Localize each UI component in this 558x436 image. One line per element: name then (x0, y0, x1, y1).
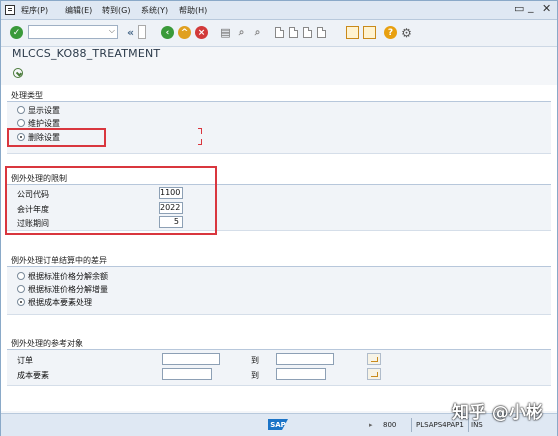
save-icon[interactable] (138, 25, 146, 39)
selection-screen: 处理类型 显示设置 维护设置 删除设置 例外处理的限制 公司代码 1100 会计… (1, 85, 557, 411)
field-label-order: 订单 (17, 356, 33, 365)
restore-icon[interactable]: ▭ (514, 2, 524, 15)
close-window-icon[interactable]: ✕ (542, 2, 551, 15)
sap-window: 程序(P) 编辑(E) 转到(G) 系统(Y) 帮助(H) ▭ _ ✕ ✓ ⌵ … (0, 0, 558, 436)
field-label-cost-element: 成本要素 (17, 371, 49, 380)
menu-help[interactable]: 帮助(H) (179, 5, 207, 16)
order-to-field[interactable] (276, 353, 334, 365)
application-toolbar (1, 65, 557, 83)
highlight-corner (198, 139, 202, 145)
play-icon[interactable]: ▸ (369, 421, 373, 429)
customize-icon[interactable]: ⚙ (400, 26, 413, 40)
radio-button[interactable] (17, 272, 25, 280)
menu-system[interactable]: 系统(Y) (141, 5, 168, 16)
highlight-box (7, 128, 106, 147)
enter-icon[interactable]: ✓ (10, 26, 23, 39)
minimize-icon[interactable]: _ (528, 0, 534, 13)
cost-element-to-field[interactable] (276, 368, 326, 380)
separator (411, 418, 412, 432)
cost-element-from-field[interactable] (162, 368, 212, 380)
standard-toolbar: ✓ ⌵ « ‹ ^ × ▤ ⌕ ⌕ ? ⚙ (1, 20, 557, 47)
multiple-selection-icon[interactable] (367, 368, 381, 380)
title-bar: MLCCS_KO88_TREATMENT (1, 47, 557, 63)
group-title: 处理类型 (11, 91, 43, 100)
command-field[interactable]: ⌵ (28, 25, 118, 39)
new-session-icon[interactable] (346, 26, 359, 39)
radio-button[interactable] (17, 119, 25, 127)
menu-bar: 程序(P) 编辑(E) 转到(G) 系统(Y) 帮助(H) ▭ _ ✕ (1, 0, 557, 20)
menu-goto[interactable]: 转到(G) (102, 5, 130, 16)
group-title: 例外处理订单结算中的差异 (11, 256, 107, 265)
highlight-box (5, 166, 217, 235)
to-label: 到 (251, 371, 259, 380)
watermark: 知乎 @小彬 (452, 403, 543, 423)
menu-program[interactable]: 程序(P) (21, 5, 48, 16)
find-next-icon[interactable]: ⌕ (251, 26, 264, 39)
order-from-field[interactable] (162, 353, 220, 365)
radio-button[interactable] (17, 298, 25, 306)
radio-button[interactable] (17, 285, 25, 293)
highlight-corner (198, 128, 202, 134)
group-settlement-variances: 例外处理订单结算中的差异 根据标准价格分解余额 根据标准价格分解增量 根据成本要… (7, 255, 551, 315)
prev-page-icon[interactable] (289, 27, 298, 38)
chevron-down-icon[interactable]: ⌵ (109, 26, 115, 36)
execute-icon[interactable] (13, 68, 23, 78)
page-title: MLCCS_KO88_TREATMENT (12, 47, 161, 60)
help-icon[interactable]: ? (384, 26, 397, 39)
status-client: 800 (383, 421, 397, 429)
exit-icon[interactable]: ^ (178, 26, 191, 39)
radio-button[interactable] (17, 106, 25, 114)
first-page-icon[interactable] (275, 27, 284, 38)
find-icon[interactable]: ⌕ (235, 26, 248, 39)
sap-logo: SAP (268, 419, 288, 430)
multiple-selection-icon[interactable] (367, 353, 381, 365)
group-reference-objects: 例外处理的参考对象 订单 到 成本要素 到 (7, 338, 551, 386)
menu-edit[interactable]: 编辑(E) (65, 5, 92, 16)
to-label: 到 (251, 356, 259, 365)
next-page-icon[interactable] (303, 27, 312, 38)
back-icon[interactable]: ‹ (161, 26, 174, 39)
shortcut-icon[interactable] (363, 26, 376, 39)
print-icon[interactable]: ▤ (219, 26, 232, 39)
double-left-icon[interactable]: « (124, 26, 137, 39)
system-menu-icon[interactable] (5, 5, 15, 15)
group-title: 例外处理的参考对象 (11, 339, 83, 348)
cancel-icon[interactable]: × (195, 26, 208, 39)
last-page-icon[interactable] (317, 27, 326, 38)
